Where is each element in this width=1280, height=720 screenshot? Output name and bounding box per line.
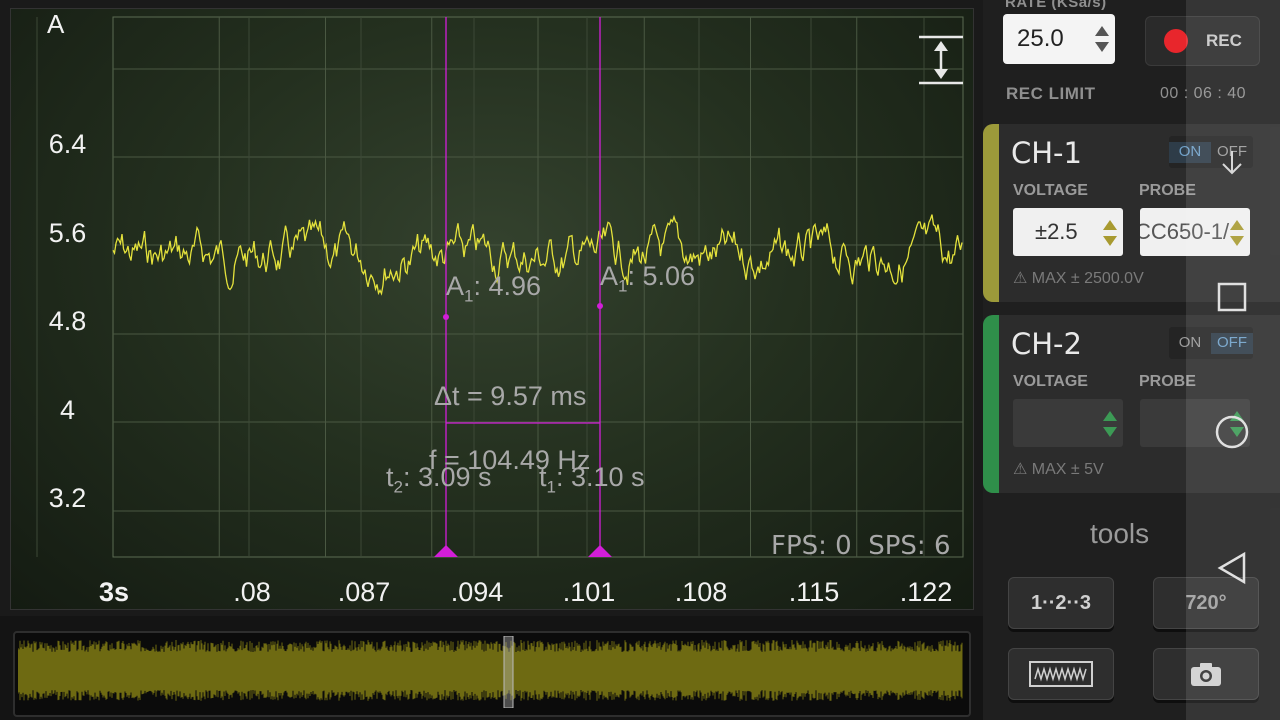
channel-label: A — [47, 9, 65, 39]
y-tick-label: 6.4 — [48, 129, 87, 159]
channel-1-voltage-label: VOLTAGE — [1013, 182, 1088, 199]
circle-icon[interactable] — [1214, 414, 1250, 450]
overview-waveform[interactable] — [18, 636, 963, 708]
y-tick-label: 4 — [59, 395, 76, 425]
channel-2-max-warning: ⚠ MAX ± 5V — [1013, 461, 1104, 478]
fps-sps-readout: FPS: 0 SPS: 6 — [771, 531, 951, 561]
y-tick-label: 4.8 — [48, 306, 87, 336]
back-triangle-icon[interactable] — [1215, 551, 1249, 585]
cursor2-amplitude: A1: 4.96 — [446, 271, 542, 306]
time-cursor-marker — [588, 545, 612, 557]
rate-label: RATE (KSa/s) — [1005, 0, 1107, 11]
x-tick-label: .115 — [788, 577, 840, 607]
cursor1-amplitude: A1: 5.06 — [600, 261, 696, 296]
overview-signal — [18, 640, 963, 701]
x-tick-label: .108 — [674, 577, 728, 607]
rate-value: 25.0 — [1017, 25, 1064, 52]
plot-canvas — [36, 16, 964, 558]
tools-label: tools — [1090, 518, 1150, 549]
scope-area: A 6.4 5.6 4.8 4 3.2 3s .08 .087 .094 .10… — [0, 0, 983, 616]
wave-icon — [1029, 661, 1093, 687]
spinner-icon[interactable] — [1103, 411, 1117, 437]
y-tick-label: 3.2 — [48, 483, 87, 513]
x-tick-label: .122 — [899, 577, 953, 607]
channel-2-voltage-label: VOLTAGE — [1013, 373, 1088, 390]
x-tick-label: .094 — [450, 577, 504, 607]
overview-position-handle[interactable] — [503, 636, 514, 708]
channel-2-voltage-select[interactable] — [1013, 399, 1123, 447]
system-nav-overlay — [1186, 0, 1280, 720]
scope-screen[interactable]: A 6.4 5.6 4.8 4 3.2 3s .08 .087 .094 .10… — [10, 8, 974, 610]
download-icon[interactable] — [1217, 148, 1247, 178]
delta-time-readout: Δt = 9.57 ms — [434, 381, 587, 411]
channel-1-color — [983, 124, 999, 302]
rate-input[interactable]: 25.0 — [1003, 14, 1115, 64]
x-tick-label: .101 — [562, 577, 616, 607]
square-icon[interactable] — [1216, 281, 1248, 313]
wave-button[interactable] — [1008, 648, 1114, 700]
time-cursor-marker — [434, 545, 458, 557]
x-tick-label: .087 — [337, 577, 391, 607]
channel-1-voltage-select[interactable]: ±2.5 — [1013, 208, 1123, 256]
cursor-point — [597, 303, 603, 309]
rate-spinner-icon[interactable] — [1095, 26, 1109, 52]
channel-1-voltage-value: ±2.5 — [1035, 219, 1078, 244]
x-tick-label: .08 — [233, 577, 271, 607]
channel-2-color — [983, 315, 999, 493]
spinner-icon[interactable] — [1103, 220, 1117, 246]
y-tick-label: 5.6 — [48, 218, 87, 248]
rec-limit-label: REC LIMIT — [1006, 84, 1096, 103]
vertical-scale-icon[interactable] — [917, 35, 965, 85]
cursor1-time: t1: 3.10 s — [539, 462, 645, 497]
channel-1-max-warning: ⚠ MAX ± 2500.0V — [1013, 270, 1144, 287]
cursor-tool-button[interactable]: 1··2··3 — [1008, 577, 1114, 629]
cursor-point — [443, 314, 449, 320]
channel-1-title: CH-1 — [1011, 136, 1082, 170]
record-icon — [1164, 29, 1188, 53]
channel-2-title: CH-2 — [1011, 327, 1082, 361]
cursor2-time: t2: 3.09 s — [386, 462, 492, 497]
x-tick-label-start: 3s — [98, 577, 130, 607]
